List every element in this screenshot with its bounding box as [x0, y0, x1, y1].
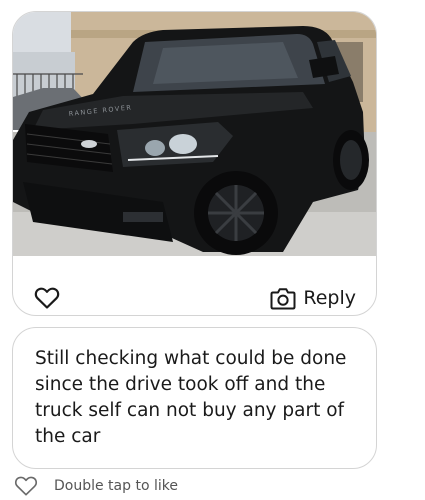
image-message-actions: Reply [13, 256, 376, 315]
camera-icon [270, 287, 296, 309]
image-message-bubble[interactable]: RANGE ROVER Reply [12, 11, 377, 316]
car-photo[interactable]: RANGE ROVER [13, 12, 376, 256]
heart-outline-icon[interactable] [34, 286, 60, 310]
double-tap-hint: Double tap to like [54, 478, 178, 494]
message-text: Still checking what could be done since … [35, 348, 347, 447]
message-footer: Double tap to like [14, 473, 178, 499]
reply-label: Reply [303, 287, 356, 309]
text-message-bubble[interactable]: Still checking what could be done since … [12, 327, 377, 469]
heart-outline-icon[interactable] [14, 475, 38, 497]
reply-button[interactable]: Reply [270, 284, 356, 312]
